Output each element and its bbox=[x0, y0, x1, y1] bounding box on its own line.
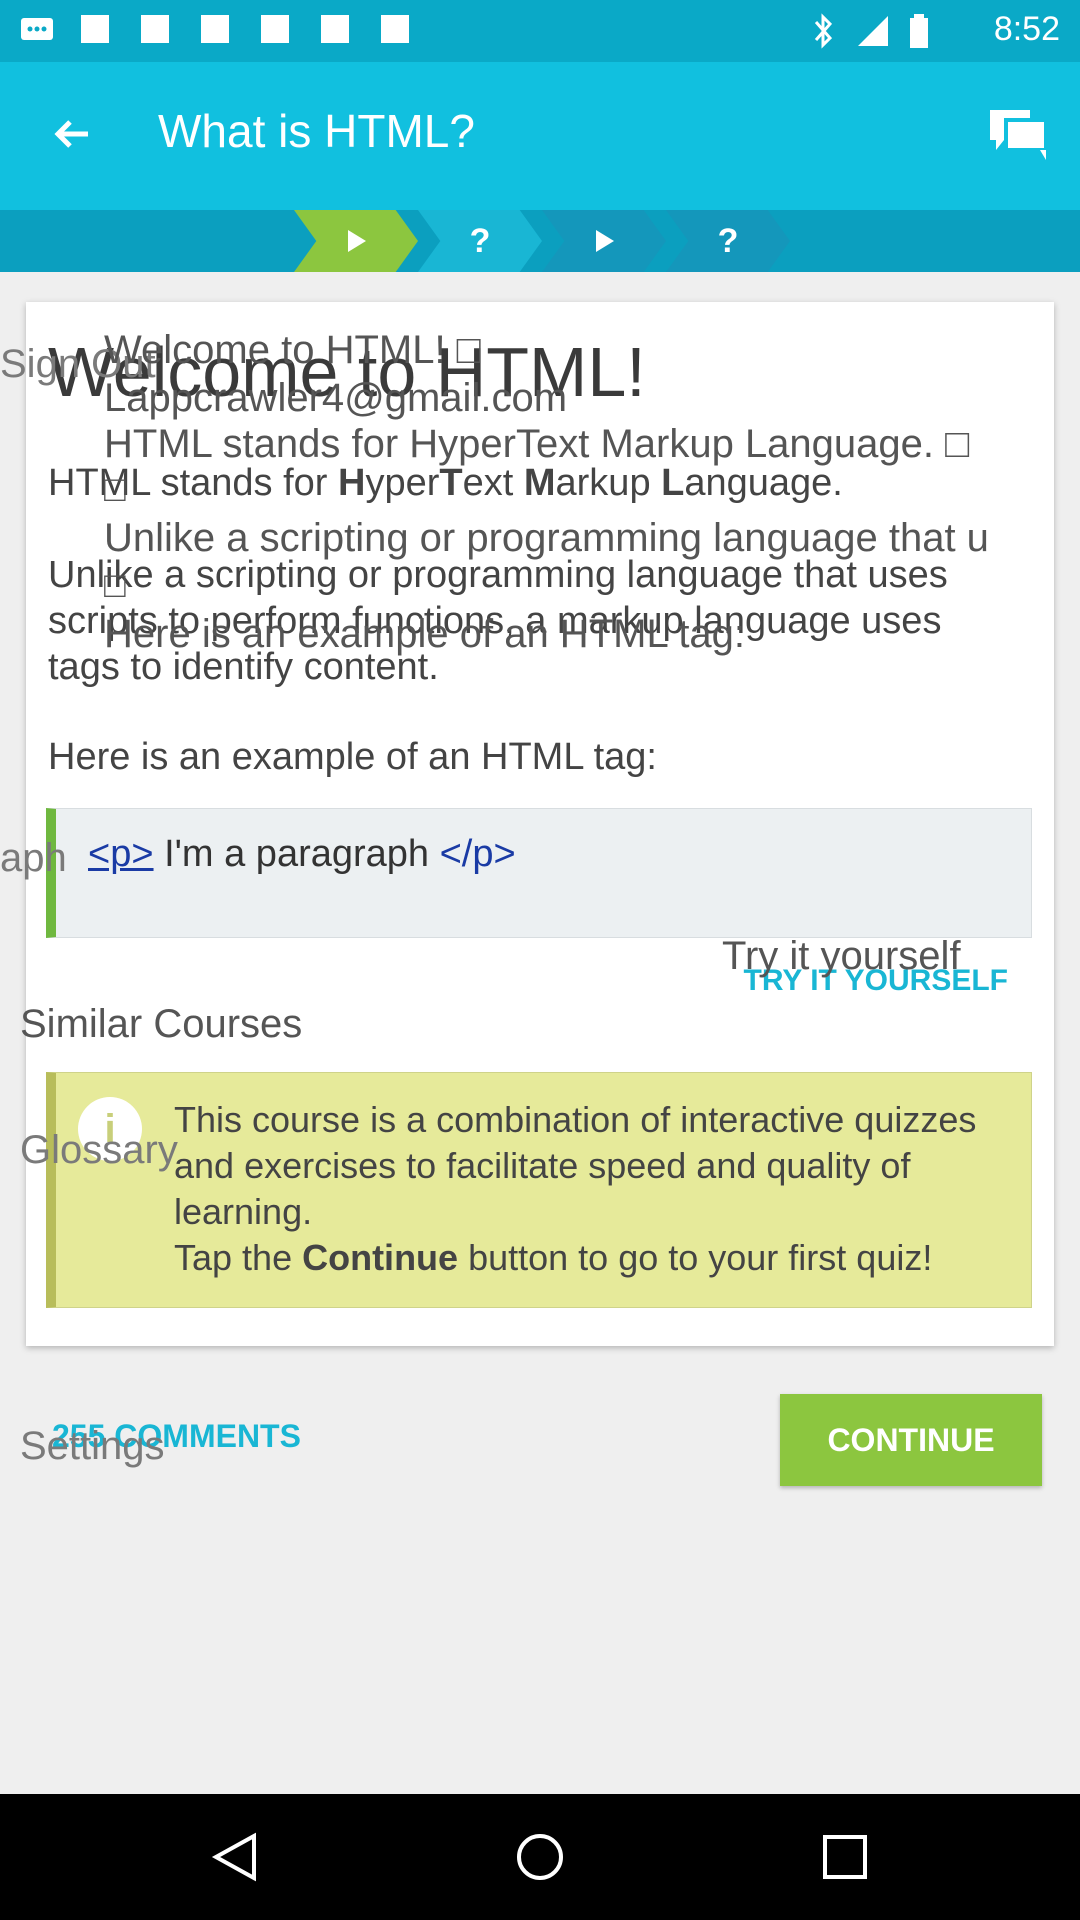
code-text: I'm a paragraph bbox=[153, 833, 440, 875]
status-bar: 8:52 bbox=[0, 0, 1080, 62]
code-open-tag[interactable]: <p> bbox=[88, 833, 154, 875]
lesson-paragraph-1: HTML stands for HyperText Markup Languag… bbox=[48, 462, 843, 504]
play-icon bbox=[596, 230, 614, 252]
back-button[interactable] bbox=[44, 106, 100, 162]
lesson-paragraph-3: Here is an example of an HTML tag: bbox=[48, 736, 657, 778]
circle-home-icon bbox=[517, 1834, 563, 1880]
image-icon bbox=[258, 12, 296, 50]
continue-button[interactable]: CONTINUE bbox=[780, 1394, 1042, 1486]
image-icon bbox=[378, 12, 416, 50]
bluetooth-icon bbox=[808, 12, 838, 58]
lesson-card: Welcome to HTML! HTML stands for HyperTe… bbox=[26, 302, 1054, 1346]
arrow-left-icon bbox=[54, 120, 88, 148]
image-icon bbox=[318, 12, 356, 50]
signal-icon bbox=[854, 12, 892, 58]
app-bar: What is HTML? bbox=[0, 62, 1080, 210]
info-box: i This course is a combination of intera… bbox=[46, 1072, 1032, 1308]
triangle-back-icon bbox=[211, 1832, 256, 1882]
step-quiz-1[interactable]: ? bbox=[418, 210, 542, 272]
question-icon: ? bbox=[717, 221, 739, 260]
info-icon: i bbox=[78, 1097, 142, 1161]
code-line: <p> I'm a paragraph </p> bbox=[88, 833, 516, 876]
chat-icon bbox=[990, 110, 1048, 160]
nav-back-button[interactable] bbox=[210, 1832, 260, 1882]
lesson-progress: ? ? bbox=[0, 210, 1080, 272]
page-title: What is HTML? bbox=[158, 105, 475, 157]
system-nav-bar bbox=[0, 1794, 1080, 1920]
system-icons bbox=[808, 12, 930, 58]
square-recents-icon bbox=[823, 1835, 867, 1879]
step-quiz-2[interactable]: ? bbox=[666, 210, 790, 272]
try-it-yourself-button[interactable]: TRY IT YOURSELF bbox=[744, 964, 1008, 998]
battery-icon bbox=[908, 12, 930, 58]
step-lesson-1[interactable] bbox=[294, 210, 418, 272]
question-icon: ? bbox=[469, 221, 491, 260]
chat-button[interactable] bbox=[988, 106, 1050, 162]
image-icon bbox=[78, 12, 116, 50]
nav-home-button[interactable] bbox=[515, 1832, 565, 1882]
nav-recents-button[interactable] bbox=[820, 1832, 870, 1882]
message-icon bbox=[18, 12, 56, 50]
play-icon bbox=[348, 230, 366, 252]
lesson-heading: Welcome to HTML! bbox=[48, 333, 646, 411]
image-icon bbox=[198, 12, 236, 50]
step-lesson-2[interactable] bbox=[542, 210, 666, 272]
status-time: 8:52 bbox=[993, 10, 1060, 48]
code-example: <p> I'm a paragraph </p> bbox=[46, 808, 1032, 938]
info-text: This course is a combination of interact… bbox=[174, 1099, 977, 1278]
comments-link[interactable]: 255 COMMENTS bbox=[52, 1418, 301, 1455]
image-icon bbox=[138, 12, 176, 50]
notification-icons bbox=[18, 12, 416, 50]
lesson-paragraph-2: Unlike a scripting or programming langua… bbox=[48, 554, 948, 688]
code-close-tag: </p> bbox=[439, 833, 516, 875]
